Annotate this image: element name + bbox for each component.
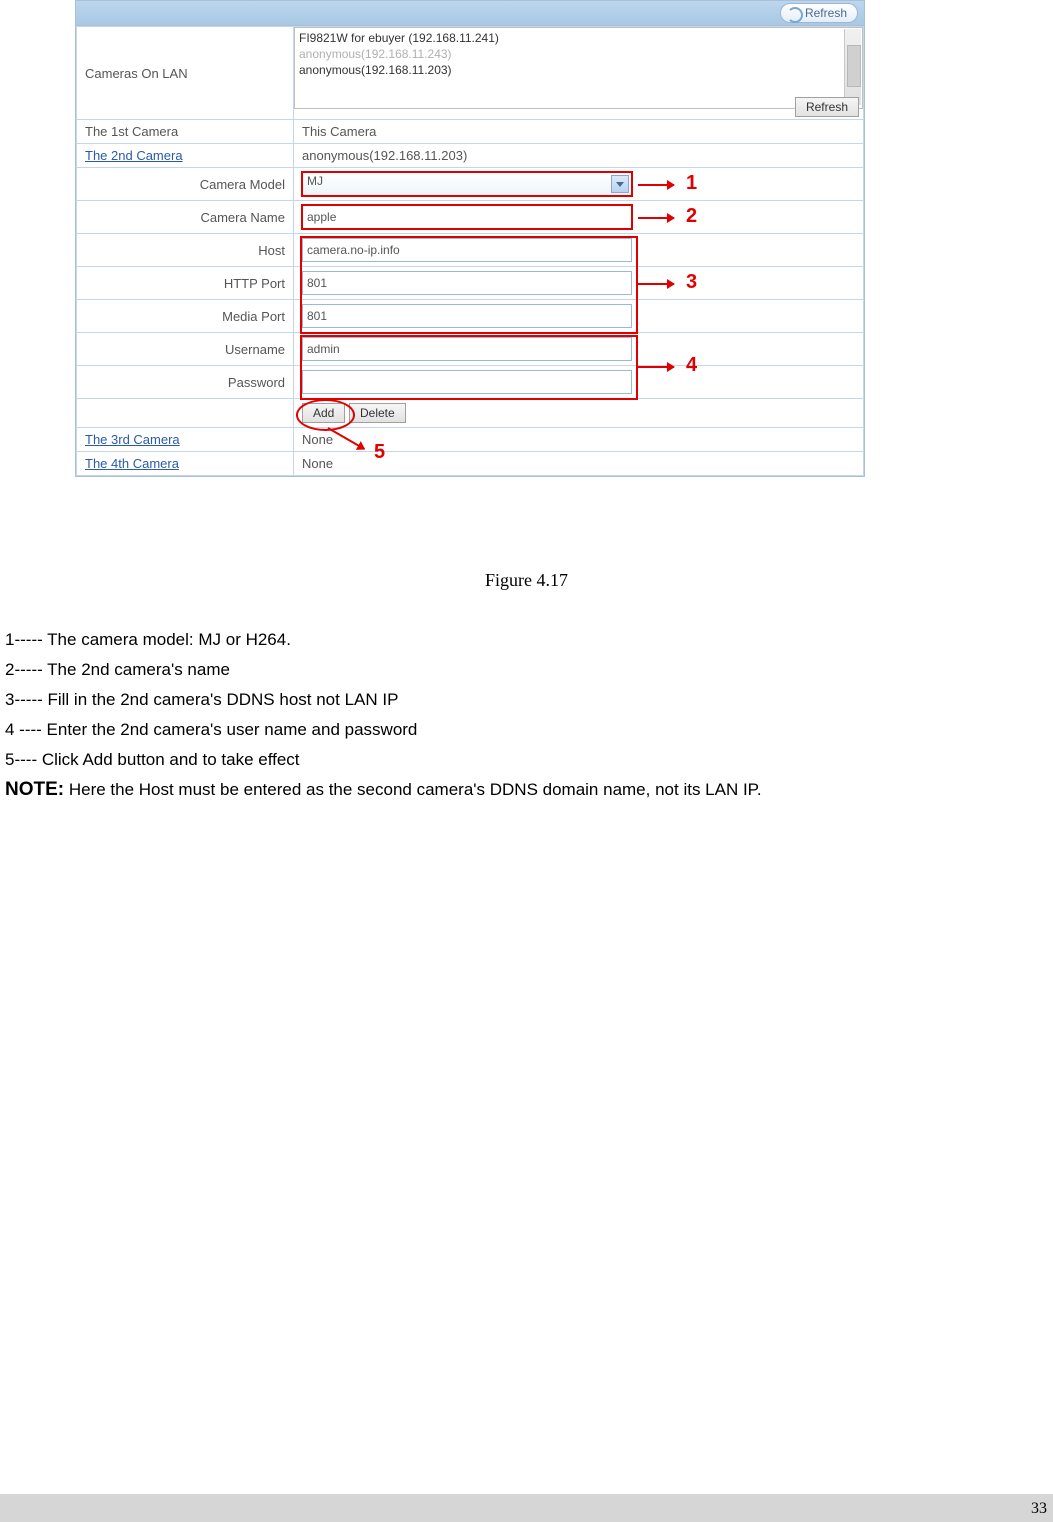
- delete-button[interactable]: Delete: [349, 403, 406, 423]
- figure: Refresh Cameras On LAN FI9821W for ebuye…: [75, 0, 865, 477]
- callout-arrow-3: [638, 283, 674, 285]
- page-number: 33: [1031, 1500, 1047, 1518]
- callout-number-2: 2: [686, 205, 697, 228]
- note-text: Here the Host must be entered as the sec…: [64, 780, 761, 799]
- fourth-camera-link[interactable]: The 4th Camera: [85, 456, 179, 471]
- callout-number-1: 1: [686, 172, 697, 195]
- first-camera-value: This Camera: [294, 120, 864, 144]
- callout-arrow-2: [638, 217, 674, 219]
- media-port-label: Media Port: [77, 300, 294, 333]
- note-label: NOTE:: [5, 779, 64, 800]
- camera-list-box[interactable]: FI9821W for ebuyer (192.168.11.241) anon…: [294, 27, 863, 109]
- camera-list-cell: FI9821W for ebuyer (192.168.11.241) anon…: [294, 27, 863, 119]
- camera-list-item[interactable]: anonymous(192.168.11.203): [299, 62, 858, 78]
- legend-block: 1----- The camera model: MJ or H264. 2--…: [5, 625, 762, 805]
- callout-number-5: 5: [374, 441, 385, 464]
- legend-line: 3----- Fill in the 2nd camera's DDNS hos…: [5, 685, 762, 715]
- callout-number-4: 4: [686, 354, 697, 377]
- username-input[interactable]: [302, 337, 632, 361]
- camera-model-select[interactable]: MJ: [302, 172, 632, 196]
- camera-model-label: Camera Model: [77, 168, 294, 201]
- host-label: Host: [77, 234, 294, 267]
- first-camera-label: The 1st Camera: [77, 120, 294, 144]
- http-port-label: HTTP Port: [77, 267, 294, 300]
- camera-name-label: Camera Name: [77, 201, 294, 234]
- password-input[interactable]: [302, 370, 632, 394]
- refresh-button-top[interactable]: Refresh: [780, 3, 858, 23]
- refresh-button-inline[interactable]: Refresh: [795, 97, 859, 117]
- second-camera-link[interactable]: The 2nd Camera: [85, 148, 183, 163]
- panel-topbar: Refresh: [76, 1, 864, 26]
- callout-number-3: 3: [686, 271, 697, 294]
- settings-panel: Refresh Cameras On LAN FI9821W for ebuye…: [75, 0, 865, 477]
- third-camera-link[interactable]: The 3rd Camera: [85, 432, 180, 447]
- callout-oval-5: [296, 399, 355, 431]
- second-camera-value: anonymous(192.168.11.203): [294, 144, 864, 168]
- camera-name-input[interactable]: [302, 205, 632, 229]
- legend-line: 1----- The camera model: MJ or H264.: [5, 625, 762, 655]
- scrollbar-thumb[interactable]: [847, 45, 861, 87]
- legend-note: NOTE: Here the Host must be entered as t…: [5, 775, 762, 805]
- scrollbar[interactable]: [844, 29, 861, 105]
- callout-arrow-1: [638, 184, 674, 186]
- host-input[interactable]: [302, 238, 632, 262]
- figure-caption: Figure 4.17: [0, 570, 1053, 591]
- camera-model-value: MJ: [307, 174, 323, 188]
- empty-cell: [77, 399, 294, 428]
- username-label: Username: [77, 333, 294, 366]
- legend-line: 4 ---- Enter the 2nd camera's user name …: [5, 715, 762, 745]
- media-port-input[interactable]: [302, 304, 632, 328]
- settings-table: Cameras On LAN FI9821W for ebuyer (192.1…: [76, 26, 864, 476]
- legend-line: 5---- Click Add button and to take effec…: [5, 745, 762, 775]
- legend-line: 2----- The 2nd camera's name: [5, 655, 762, 685]
- http-port-input[interactable]: [302, 271, 632, 295]
- camera-list-item[interactable]: anonymous(192.168.11.243): [299, 46, 858, 62]
- refresh-button-top-label: Refresh: [805, 6, 847, 20]
- cameras-on-lan-label: Cameras On LAN: [77, 27, 294, 120]
- password-label: Password: [77, 366, 294, 399]
- refresh-icon: [787, 7, 803, 23]
- chevron-down-icon: [611, 175, 629, 193]
- callout-arrow-4: [638, 366, 674, 368]
- camera-list-item[interactable]: FI9821W for ebuyer (192.168.11.241): [299, 30, 858, 46]
- footer-bar: [0, 1494, 1053, 1522]
